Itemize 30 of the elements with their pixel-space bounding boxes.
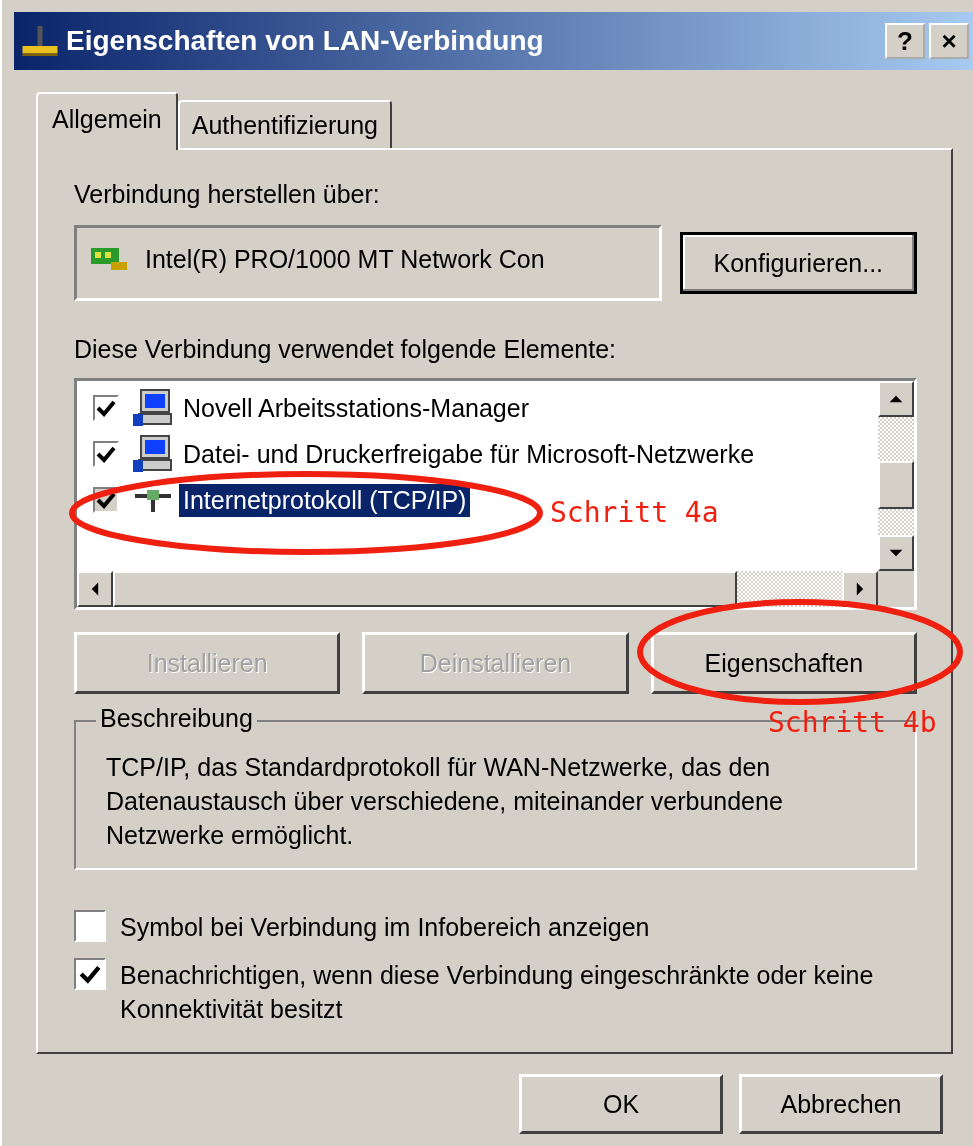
annotation-text: Schritt 4a — [550, 496, 719, 529]
network-card-icon — [91, 246, 127, 272]
checkbox-label: Symbol bei Verbindung im Infobereich anzeigen — [120, 912, 650, 943]
horizontal-scrollbar[interactable] — [77, 571, 914, 607]
checkbox-label: Benachrichtigen, wenn diese Verbindung eingeschränkte oder keine Konnektivität besitzt — [120, 960, 875, 1025]
item-label: Novell Arbeitsstations-Manager — [182, 392, 530, 424]
computer-icon — [133, 388, 173, 428]
description-text: TCP/IP, das Standardprotokoll für WAN-Netzwerke, das den Datenaustausch über verschiedene, miteinander verbundene Netzwerke ermöglicht. — [106, 752, 784, 851]
adapter-name: Intel(R) PRO/1000 MT Network Con — [145, 244, 545, 274]
list-item[interactable]: Novell Arbeitsstations-Manager — [93, 385, 533, 431]
ok-button[interactable]: OK — [519, 1074, 723, 1134]
item-label: Internetprotokoll (TCP/IP) — [179, 483, 471, 517]
scrollbar-corner — [878, 571, 914, 607]
action-button[interactable]: Eigenschaften — [650, 632, 917, 694]
checkbox[interactable] — [74, 958, 106, 990]
item-label: Datei- und Druckerfreigabe für Microsoft-Netzwerke — [182, 438, 756, 470]
close-button[interactable]: × — [929, 23, 969, 59]
annotation-text: Schritt 4b — [768, 706, 937, 739]
window-title: Eigenschaften von LAN-Verbindung — [66, 25, 545, 57]
help-button[interactable]: ? — [885, 23, 925, 59]
tab[interactable]: Authentifizierung — [177, 100, 392, 148]
section-label: Verbindung herstellen über: — [74, 180, 381, 209]
list-item[interactable]: Datei- und Druckerfreigabe für Microsoft-Netzwerke — [93, 431, 759, 477]
configure-button[interactable]: Konfigurieren... — [679, 232, 917, 294]
cancel-button[interactable]: Abbrechen — [739, 1074, 943, 1134]
tab[interactable]: Allgemein — [36, 92, 178, 150]
section-label: Diese Verbindung verwendet folgende Elemente: — [74, 335, 618, 364]
checkbox[interactable] — [74, 910, 106, 942]
computer-icon — [133, 434, 173, 474]
vertical-scrollbar[interactable] — [878, 381, 914, 571]
